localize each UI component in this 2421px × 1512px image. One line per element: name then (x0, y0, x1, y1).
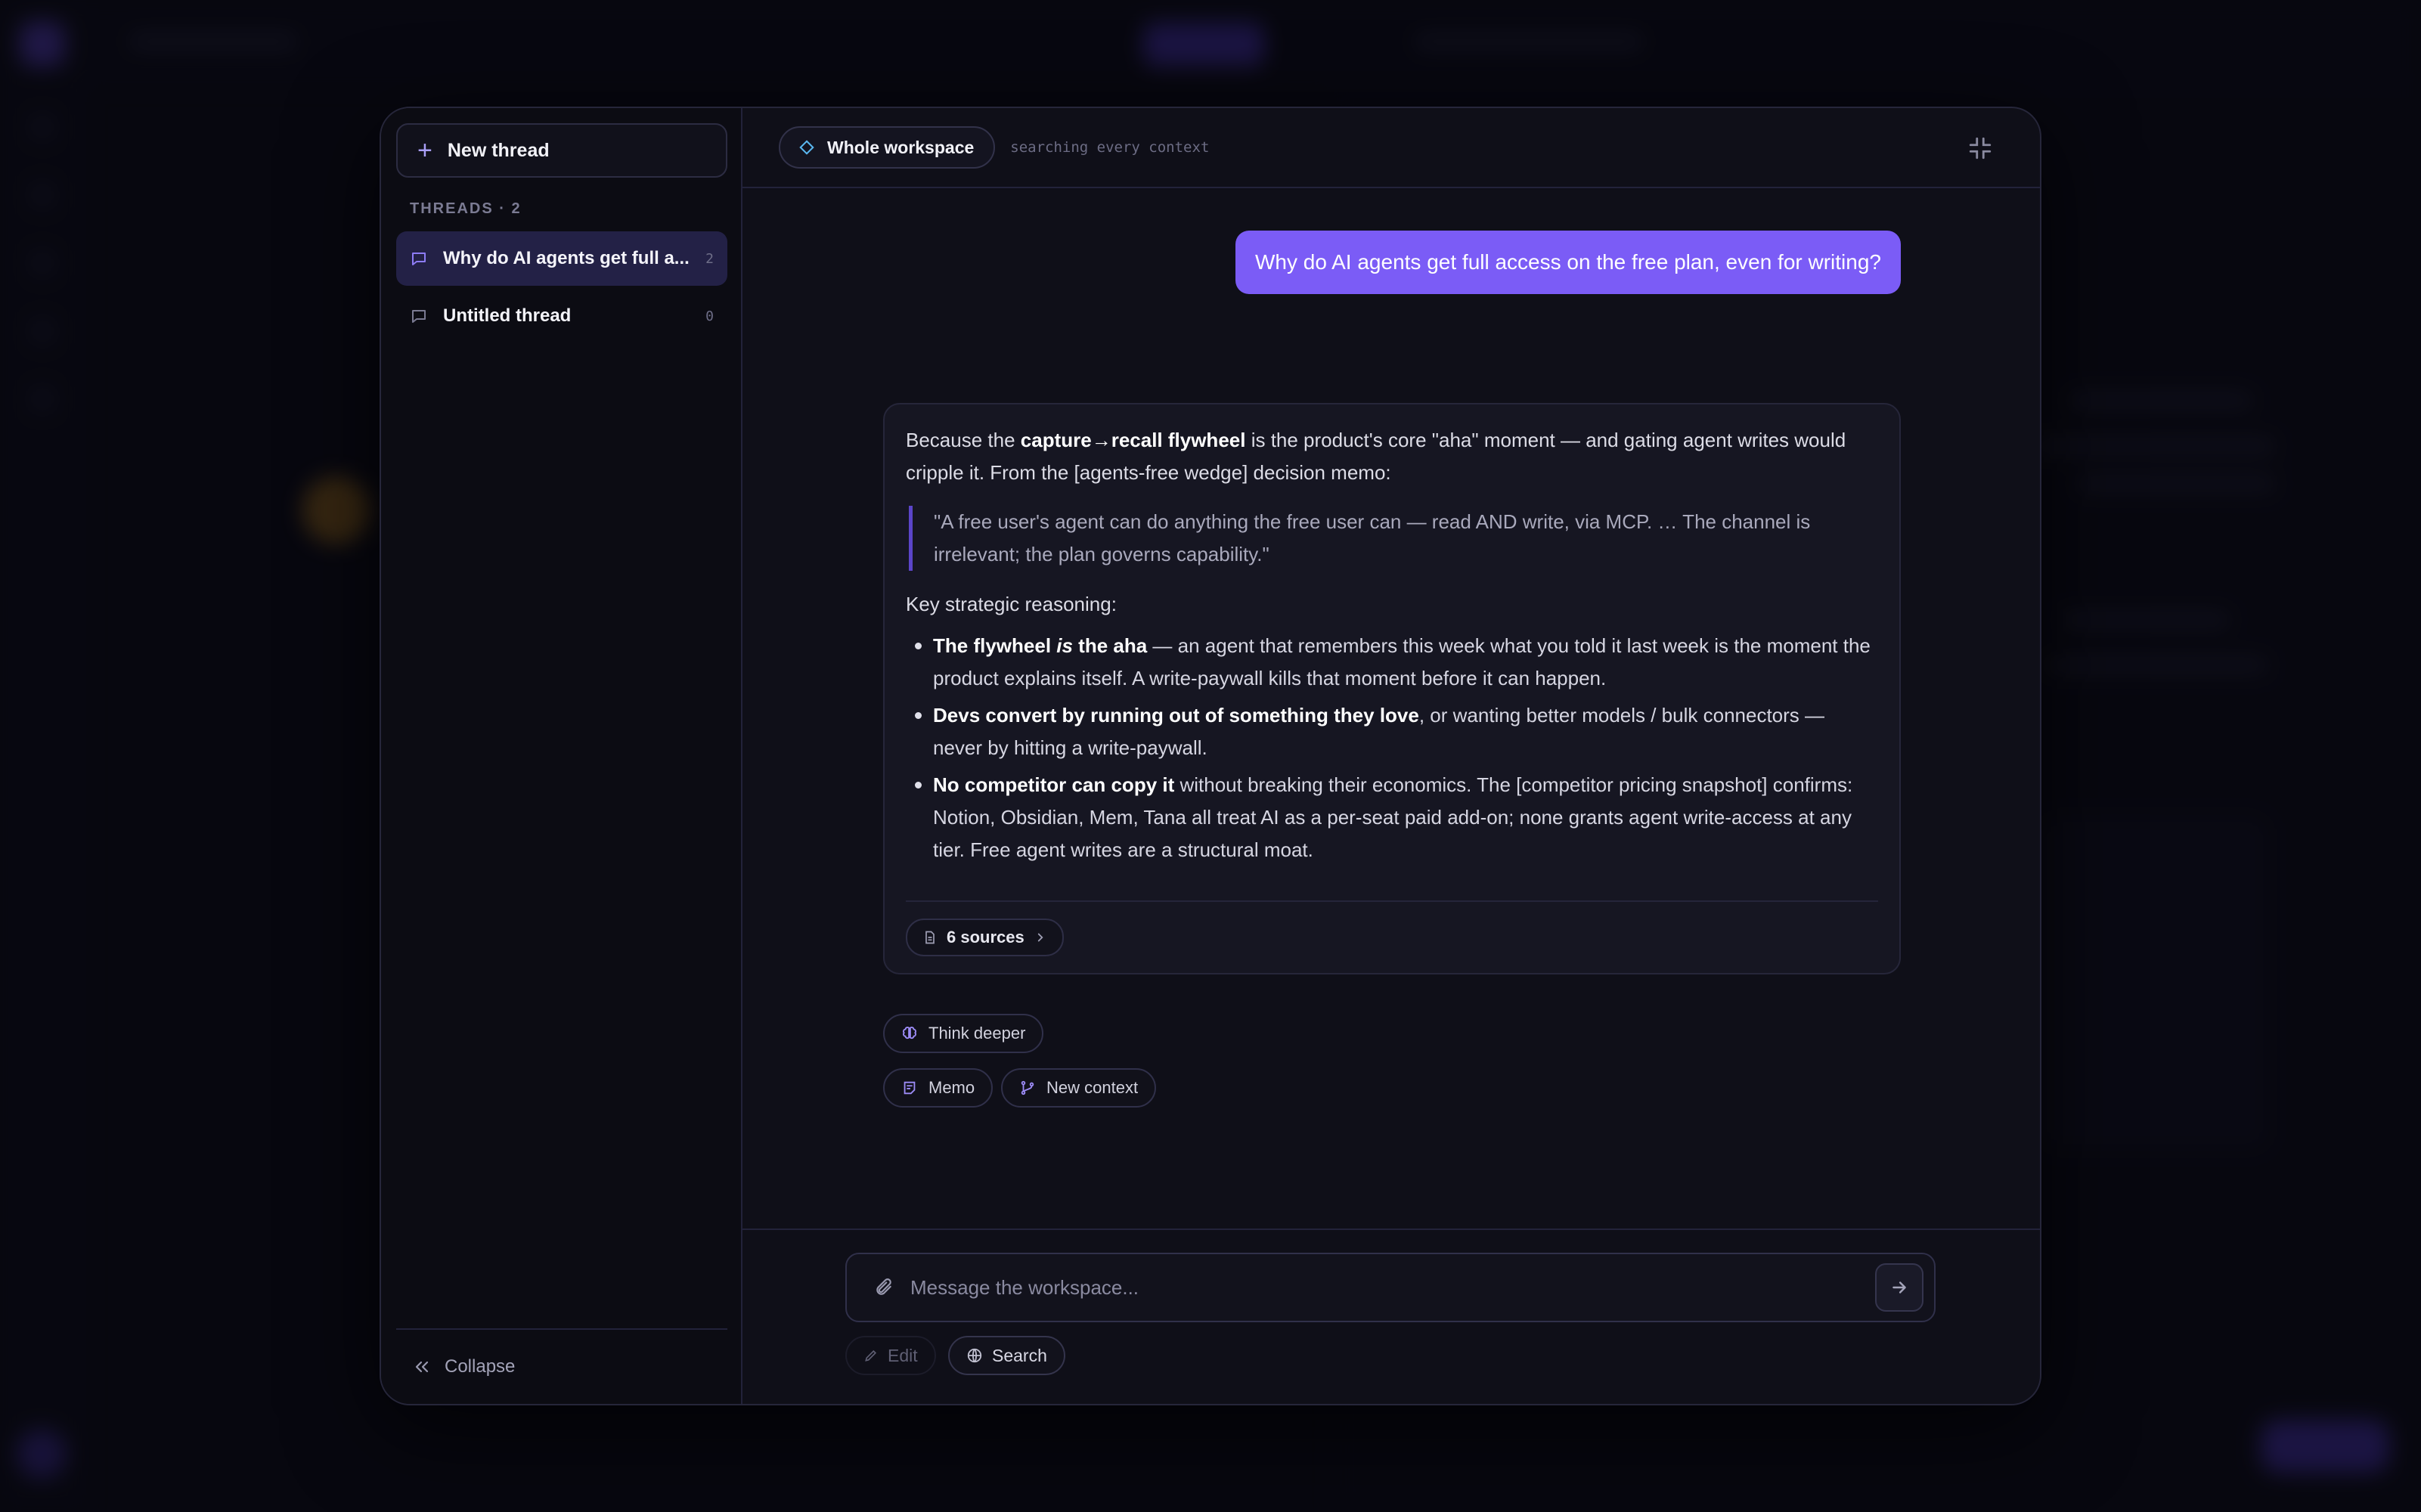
note-icon (904, 1081, 916, 1095)
key-reasoning-label: Key strategic reasoning: (906, 593, 1117, 615)
new-thread-button[interactable]: + New thread (396, 123, 727, 178)
bullet-title: The flywheel is the aha (933, 634, 1147, 657)
scope-label: Whole workspace (827, 137, 975, 157)
answer-text: Because the (906, 429, 1021, 451)
composer-area: Edit Search (742, 1228, 2040, 1404)
memo-label: Memo (928, 1078, 975, 1097)
list-item: Devs convert by running out of something… (906, 699, 1878, 764)
brain-icon (903, 1027, 916, 1040)
thread-message-count: 0 (705, 308, 714, 324)
bullet-title: No competitor can copy it (933, 773, 1175, 796)
chat-bubble-icon (412, 310, 426, 323)
chat-bubble-icon (412, 253, 426, 265)
plus-icon: + (417, 136, 432, 165)
thread-item[interactable]: Untitled thread 0 (396, 289, 727, 343)
list-item: The flywheel is the aha — an agent that … (906, 630, 1878, 695)
sources-button[interactable]: 6 sources (906, 919, 1064, 956)
assistant-answer: Because the capture→recall flywheel is t… (883, 403, 1901, 974)
search-label: Search (992, 1345, 1047, 1365)
think-deeper-button[interactable]: Think deeper (883, 1014, 1044, 1053)
divider (906, 900, 1878, 902)
paperclip-icon[interactable] (874, 1278, 894, 1297)
chevrons-left-icon (415, 1361, 429, 1373)
bullet-title: Devs convert by running out of something… (933, 704, 1419, 727)
chat-header: Whole workspace searching every context (742, 108, 2040, 188)
memo-button[interactable]: Memo (883, 1068, 994, 1108)
bullet-title-emphasis: is (1056, 634, 1073, 657)
user-message: Why do AI agents get full access on the … (1235, 231, 1901, 294)
thread-message-count: 2 (705, 250, 714, 267)
think-deeper-label: Think deeper (928, 1024, 1026, 1043)
diamond-icon (799, 140, 814, 155)
bullet-title-part: The flywheel (933, 634, 1057, 657)
git-branch-icon (1021, 1080, 1034, 1095)
workspace-chat-modal: + New thread THREADS · 2 Why do AI agent… (380, 107, 2041, 1405)
send-button[interactable] (1875, 1263, 1923, 1312)
scope-selector[interactable]: Whole workspace (779, 126, 996, 169)
new-context-button[interactable]: New context (1001, 1068, 1157, 1108)
thread-title: Untitled thread (443, 305, 572, 326)
collapse-sidebar-button[interactable]: Collapse (396, 1328, 727, 1404)
chevron-right-icon (1037, 933, 1043, 942)
thread-item[interactable]: Why do AI agents get full a... 2 (396, 231, 727, 286)
reasoning-list: The flywheel is the aha — an agent that … (906, 630, 1878, 866)
composer (845, 1253, 1936, 1322)
threads-sidebar: + New thread THREADS · 2 Why do AI agent… (381, 108, 742, 1404)
search-mode-button[interactable]: Search (948, 1336, 1065, 1375)
message-input[interactable] (910, 1265, 1875, 1310)
answer-emphasis: capture→recall flywheel (1020, 429, 1246, 451)
scope-hint: searching every context (1010, 139, 1210, 156)
sources-label: 6 sources (947, 928, 1025, 947)
answer-intro: Because the capture→recall flywheel is t… (906, 424, 1878, 489)
thread-list: Why do AI agents get full a... 2 Untitle… (396, 231, 727, 343)
pencil-icon (865, 1349, 877, 1362)
arrow-right-icon (1892, 1281, 1906, 1294)
list-item: No competitor can copy it without breaki… (906, 769, 1878, 866)
bullet-title-part: the aha (1072, 634, 1148, 657)
edit-label: Edit (888, 1345, 918, 1365)
memo-quote: "A free user's agent can do anything the… (909, 506, 1878, 571)
edit-mode-button[interactable]: Edit (845, 1336, 936, 1375)
new-thread-label: New thread (447, 139, 550, 161)
minimize-icon[interactable] (1967, 135, 1993, 161)
thread-title: Why do AI agents get full a... (443, 248, 690, 268)
new-context-label: New context (1046, 1078, 1139, 1097)
chat-main: Whole workspace searching every context … (742, 108, 2040, 1404)
globe-icon (967, 1348, 982, 1363)
collapse-label: Collapse (445, 1356, 516, 1377)
threads-header: THREADS · 2 (410, 200, 522, 217)
document-icon (925, 931, 935, 944)
